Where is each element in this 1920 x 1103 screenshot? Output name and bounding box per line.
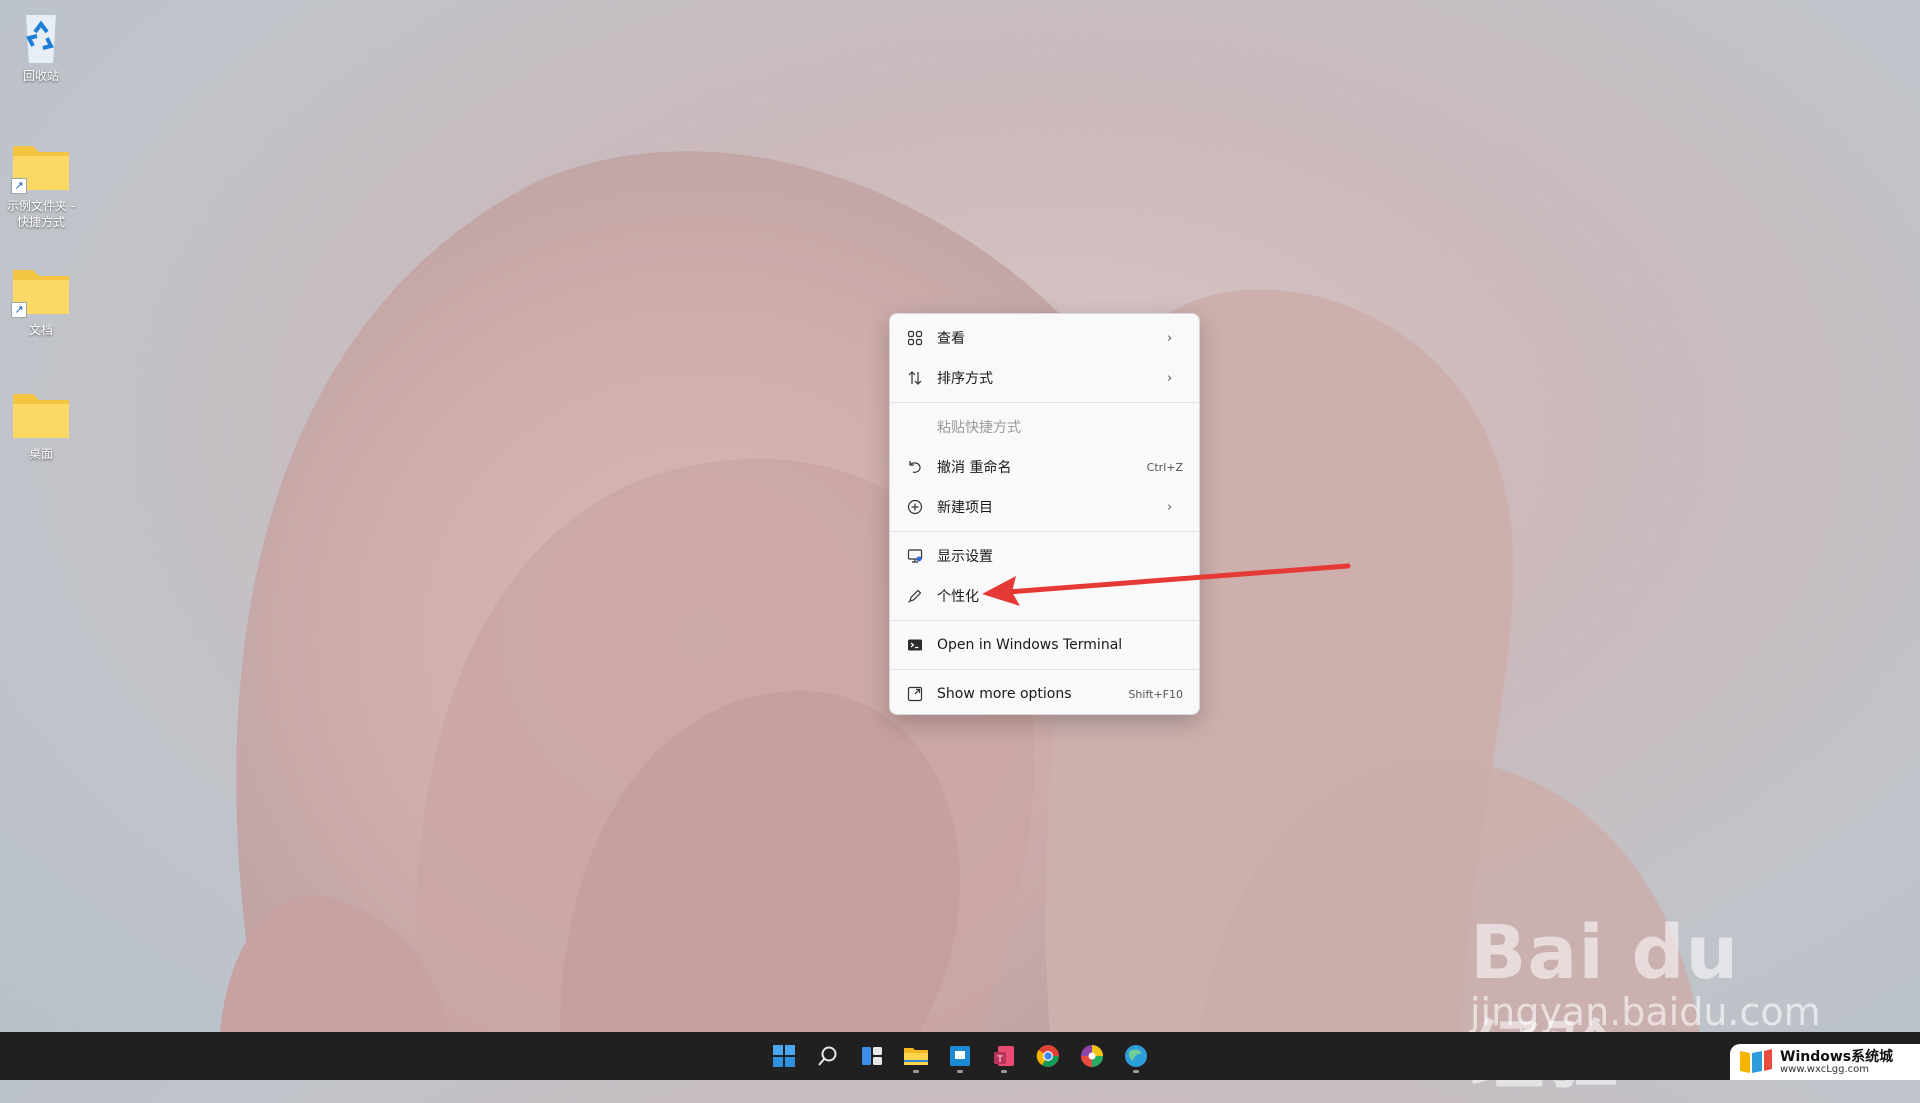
recycle-bin-icon xyxy=(9,8,73,65)
sort-arrows-icon xyxy=(905,368,925,388)
chevron-right-icon: › xyxy=(1167,330,1173,346)
menu-item-paste-shortcut[interactable]: 粘贴快捷方式 xyxy=(890,407,1199,447)
menu-item-label: 查看 xyxy=(937,331,965,347)
menu-separator xyxy=(890,531,1199,532)
menu-item-label: 粘贴快捷方式 xyxy=(937,420,1021,436)
menu-item-shortcut: Shift+F10 xyxy=(1128,687,1183,701)
menu-item-open-terminal[interactable]: Open in Windows Terminal xyxy=(890,625,1199,665)
desktop-icon-desktop-folder[interactable]: 桌面 xyxy=(0,386,82,462)
folder-shortcut-icon: ↗ xyxy=(9,262,73,318)
menu-item-view[interactable]: 查看 › xyxy=(890,318,1199,358)
grid-icon xyxy=(905,328,925,348)
menu-item-label: Open in Windows Terminal xyxy=(937,637,1123,653)
desktop-icon-label: 文档 xyxy=(28,323,53,337)
menu-separator xyxy=(890,669,1199,670)
undo-icon xyxy=(905,457,925,477)
menu-item-undo-rename[interactable]: 撤消 重命名 Ctrl+Z xyxy=(890,447,1199,487)
menu-item-personalize[interactable]: 个性化 xyxy=(890,576,1199,616)
menu-item-shortcut: Ctrl+Z xyxy=(1146,460,1183,474)
chevron-right-icon: › xyxy=(1167,370,1173,386)
taskbar: T ^ 中 xyxy=(0,1032,1920,1080)
shortcut-arrow-icon: ↗ xyxy=(11,178,27,194)
menu-item-label: Show more options xyxy=(937,686,1072,702)
menu-item-new-item[interactable]: 新建项目 › xyxy=(890,487,1199,527)
menu-separator xyxy=(890,620,1199,621)
desktop-icon-label: 桌面 xyxy=(28,447,53,461)
desktop-context-menu: 查看 › 排序方式 › 粘贴快捷方式 撤消 重命名 Ctrl+Z 新建项目 › … xyxy=(889,313,1200,715)
browser-button[interactable] xyxy=(1118,1038,1154,1074)
pen-icon xyxy=(905,586,925,606)
display-icon xyxy=(905,546,925,566)
desktop-icon-folder-shortcut[interactable]: ↗ 示例文件夹 - 快捷方式 xyxy=(0,138,82,230)
color-app-icon xyxy=(1081,1045,1103,1067)
chrome-button[interactable] xyxy=(1030,1038,1066,1074)
store-button[interactable] xyxy=(942,1038,978,1074)
desktop-icon-label: 回收站 xyxy=(22,69,59,83)
chevron-right-icon: › xyxy=(1167,499,1173,515)
running-indicator xyxy=(957,1070,963,1073)
windows-brand-text: Windows系统城 xyxy=(1780,1049,1894,1065)
desktop-icon-documents[interactable]: ↗ 文档 xyxy=(0,262,82,338)
menu-separator xyxy=(890,402,1199,403)
menu-item-show-more-options[interactable]: Show more options Shift+F10 xyxy=(890,674,1199,714)
running-indicator xyxy=(1133,1070,1139,1073)
running-indicator xyxy=(913,1070,919,1073)
widgets-icon xyxy=(862,1047,882,1065)
expand-icon xyxy=(905,684,925,704)
color-app-button[interactable] xyxy=(1074,1038,1110,1074)
start-icon xyxy=(773,1045,795,1067)
menu-item-display-settings[interactable]: 显示设置 xyxy=(890,536,1199,576)
running-indicator xyxy=(1001,1070,1007,1073)
app-button[interactable]: T xyxy=(986,1038,1022,1074)
baidu-watermark-url: jingyan.baidu.com xyxy=(1470,990,1821,1034)
store-icon xyxy=(950,1046,970,1066)
menu-item-label: 新建项目 xyxy=(937,500,993,516)
file-explorer-button[interactable] xyxy=(898,1038,934,1074)
desktop-icon-recycle-bin[interactable]: 回收站 xyxy=(0,8,82,84)
terminal-icon xyxy=(905,635,925,655)
menu-item-sort[interactable]: 排序方式 › xyxy=(890,358,1199,398)
desktop-icon-label: 示例文件夹 - 快捷方式 xyxy=(6,199,76,229)
start-button[interactable] xyxy=(766,1038,802,1074)
shortcut-arrow-icon: ↗ xyxy=(11,302,27,318)
browser-icon xyxy=(1125,1045,1147,1067)
windows-brand-watermark: Windows系统城 www.wxcLgg.com xyxy=(1730,1044,1920,1080)
menu-item-label: 显示设置 xyxy=(937,549,993,565)
chrome-icon xyxy=(1036,1045,1059,1067)
plus-circle-icon xyxy=(905,497,925,517)
svg-text:T: T xyxy=(996,1055,1003,1065)
folder-icon xyxy=(9,386,73,442)
search-icon xyxy=(818,1046,837,1066)
windows-brand-logo-icon xyxy=(1740,1049,1772,1073)
baidu-watermark: Bai du经验 jingyan.baidu.com xyxy=(1470,878,1821,1099)
folder-shortcut-icon: ↗ xyxy=(9,138,73,194)
file-explorer-icon xyxy=(904,1048,928,1065)
search-button[interactable] xyxy=(810,1038,846,1074)
menu-item-label: 个性化 xyxy=(937,589,979,605)
windows-brand-url: www.wxcLgg.com xyxy=(1780,1064,1870,1075)
menu-item-label: 撤消 重命名 xyxy=(937,460,1012,476)
menu-item-label: 排序方式 xyxy=(937,371,993,387)
widgets-button[interactable] xyxy=(854,1038,890,1074)
app-icon: T xyxy=(994,1046,1014,1066)
